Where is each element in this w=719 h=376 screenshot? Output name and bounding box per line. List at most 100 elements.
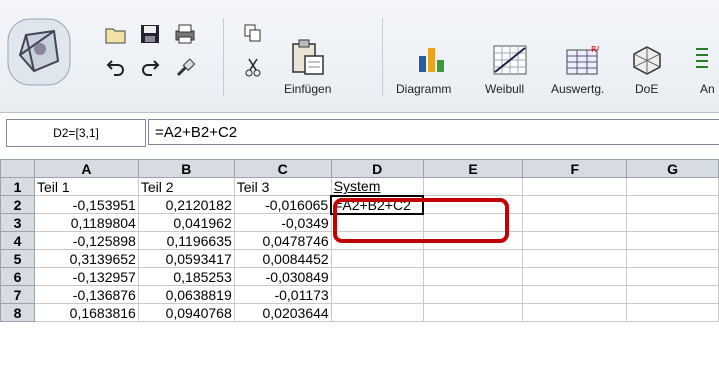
cell[interactable]: -0,153951 <box>33 195 139 214</box>
row-header[interactable]: 3 <box>0 213 35 232</box>
cell[interactable] <box>422 249 524 268</box>
cell[interactable]: 0,0940768 <box>137 303 235 322</box>
row-header[interactable]: 1 <box>0 177 35 196</box>
cell[interactable]: 0,0478746 <box>233 231 332 250</box>
cell[interactable]: -0,125898 <box>33 231 139 250</box>
corner-cell[interactable] <box>0 159 35 178</box>
cell[interactable]: -0,132957 <box>33 267 139 286</box>
doe-cube-icon <box>633 46 661 75</box>
column-header[interactable]: F <box>522 159 628 178</box>
row-header[interactable]: 2 <box>0 195 35 214</box>
row-header[interactable]: 7 <box>0 285 35 304</box>
cell[interactable]: -0,0349 <box>233 213 332 232</box>
cell-reference-box[interactable]: D2=[3,1] <box>6 119 146 147</box>
cell[interactable] <box>522 285 628 304</box>
formula-bar: D2=[3,1] =A2+B2+C2 <box>6 119 719 147</box>
cell[interactable] <box>330 303 424 322</box>
cell[interactable] <box>522 303 628 322</box>
weibull-label: Weibull <box>485 82 525 96</box>
print-icon[interactable] <box>172 22 198 46</box>
cell[interactable]: 0,185253 <box>137 267 235 286</box>
cell[interactable]: 0,0638819 <box>137 285 235 304</box>
svg-text:R²: R² <box>591 45 600 54</box>
cell[interactable] <box>522 213 628 232</box>
row-header[interactable]: 5 <box>0 249 35 268</box>
cell[interactable] <box>626 213 719 232</box>
weibull-grid-icon <box>493 45 527 75</box>
cell[interactable]: -0,136876 <box>33 285 139 304</box>
cell[interactable] <box>626 195 719 214</box>
app-logo-icon <box>7 18 71 86</box>
cell[interactable]: 0,1189804 <box>33 213 139 232</box>
cell[interactable] <box>522 267 628 286</box>
cell[interactable] <box>522 249 628 268</box>
cut-icon[interactable] <box>242 56 264 78</box>
cell[interactable]: Teil 2 <box>137 177 235 196</box>
cell[interactable]: -0,016065 <box>233 195 332 214</box>
cell[interactable]: Teil 3 <box>233 177 332 196</box>
cell[interactable]: 0,3139652 <box>33 249 139 268</box>
cell[interactable] <box>422 177 524 196</box>
table-row: 5 0,3139652 0,0593417 0,0084452 <box>0 249 719 268</box>
table-row: 6 -0,132957 0,185253 -0,030849 <box>0 267 719 286</box>
cell[interactable]: System <box>330 177 424 196</box>
cell[interactable] <box>626 285 719 304</box>
cell[interactable] <box>626 303 719 322</box>
column-header[interactable]: E <box>422 159 524 178</box>
cell[interactable] <box>422 303 524 322</box>
cell[interactable]: Teil 1 <box>33 177 139 196</box>
cell[interactable]: 0,1683816 <box>33 303 139 322</box>
copy-icon[interactable] <box>242 22 264 44</box>
column-header[interactable]: B <box>137 159 235 178</box>
paste-icon <box>292 39 324 75</box>
undo-icon[interactable] <box>104 56 128 78</box>
cell[interactable]: 0,0203644 <box>233 303 332 322</box>
row-header[interactable]: 4 <box>0 231 35 250</box>
bar-chart-icon <box>419 48 444 72</box>
column-header[interactable]: A <box>33 159 139 178</box>
open-folder-icon[interactable] <box>104 24 128 46</box>
row-header[interactable]: 8 <box>0 303 35 322</box>
formula-input[interactable]: =A2+B2+C2 <box>148 119 719 145</box>
cell[interactable]: 0,0084452 <box>233 249 332 268</box>
column-header[interactable]: D <box>330 159 424 178</box>
cell[interactable] <box>522 231 628 250</box>
more-label: An <box>700 82 715 96</box>
cell[interactable]: 0,2120182 <box>137 195 235 214</box>
cell[interactable] <box>626 231 719 250</box>
table-row: 8 0,1683816 0,0940768 0,0203644 <box>0 303 719 322</box>
cell[interactable] <box>522 195 628 214</box>
save-icon[interactable] <box>138 22 162 46</box>
column-header-row: A B C D E F G <box>0 159 719 178</box>
cell[interactable] <box>422 285 524 304</box>
cell[interactable] <box>330 249 424 268</box>
toolbar-separator <box>223 18 224 96</box>
cell[interactable] <box>626 267 719 286</box>
cell[interactable] <box>626 177 719 196</box>
cell[interactable]: 0,041962 <box>137 213 235 232</box>
more-tool-icon <box>695 48 708 68</box>
redo-icon[interactable] <box>138 56 162 78</box>
cell[interactable] <box>626 249 719 268</box>
table-row: 1 Teil 1 Teil 2 Teil 3 System <box>0 177 719 196</box>
toolbar-separator <box>382 18 383 96</box>
column-header[interactable]: G <box>626 159 719 178</box>
evaluation-table-icon: R² <box>566 45 600 75</box>
cell[interactable] <box>522 177 628 196</box>
cell[interactable]: 0,1196635 <box>137 231 235 250</box>
cell[interactable] <box>330 285 424 304</box>
paste-label: Einfügen <box>284 82 332 96</box>
auswertung-label: Auswertg. <box>551 82 605 96</box>
cell[interactable] <box>422 267 524 286</box>
cell[interactable]: 0,0593417 <box>137 249 235 268</box>
row-header[interactable]: 6 <box>0 267 35 286</box>
diagram-label: Diagramm <box>396 82 452 96</box>
column-header[interactable]: C <box>233 159 332 178</box>
table-row: 7 -0,136876 0,0638819 -0,01173 <box>0 285 719 304</box>
app-logo-button[interactable] <box>4 14 74 90</box>
cell[interactable] <box>330 267 424 286</box>
cell[interactable]: -0,01173 <box>233 285 332 304</box>
cell[interactable]: -0,030849 <box>233 267 332 286</box>
format-brush-icon[interactable] <box>172 56 198 80</box>
toolbar: Einfügen Diagramm Weibull R² Auswertg. D… <box>0 0 719 113</box>
